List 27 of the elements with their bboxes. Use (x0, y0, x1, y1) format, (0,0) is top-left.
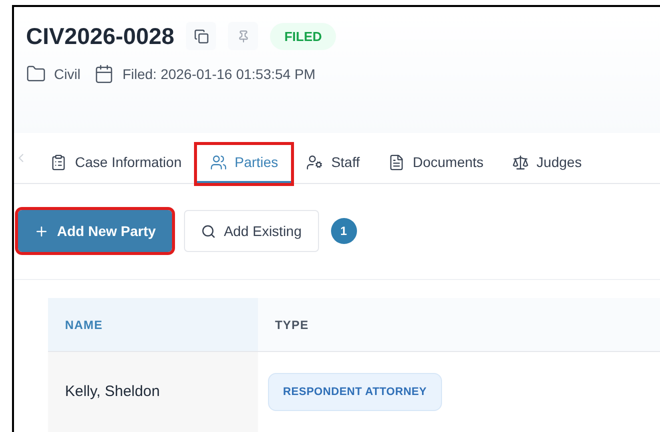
case-number: CIV2026-0028 (26, 22, 174, 51)
user-gear-icon (306, 154, 324, 171)
tab[interactable]: Parties (196, 144, 292, 184)
tab[interactable]: Judges (498, 144, 596, 184)
tab[interactable]: Documents (374, 144, 498, 184)
users-icon (210, 154, 227, 171)
copy-icon (194, 28, 209, 44)
copy-button[interactable] (186, 22, 216, 50)
type-tag: RESPONDENT ATTORNEY (268, 372, 442, 412)
filed-date: Filed: 2026-01-16 01:53:54 PM (122, 64, 316, 84)
status-badge: FILED (270, 22, 336, 50)
calendar-icon (94, 64, 114, 84)
search-icon (200, 224, 216, 239)
add-new-party-button[interactable]: Add New Party (18, 210, 172, 252)
tab[interactable]: Staff (292, 144, 374, 184)
plus-icon (34, 224, 49, 239)
document-icon (388, 154, 405, 171)
table-cell: Kelly, Sheldon (48, 352, 258, 432)
pin-icon (236, 30, 250, 43)
column-header: NAME (48, 298, 258, 351)
case-category: Civil (54, 64, 80, 84)
clipboard-icon (50, 154, 67, 171)
folder-icon (26, 64, 46, 84)
add-existing-button[interactable]: Add Existing (184, 210, 319, 252)
tab[interactable]: Case Information (36, 144, 196, 184)
column-header: TYPE (258, 298, 660, 351)
count-badge: 1 (330, 218, 357, 244)
